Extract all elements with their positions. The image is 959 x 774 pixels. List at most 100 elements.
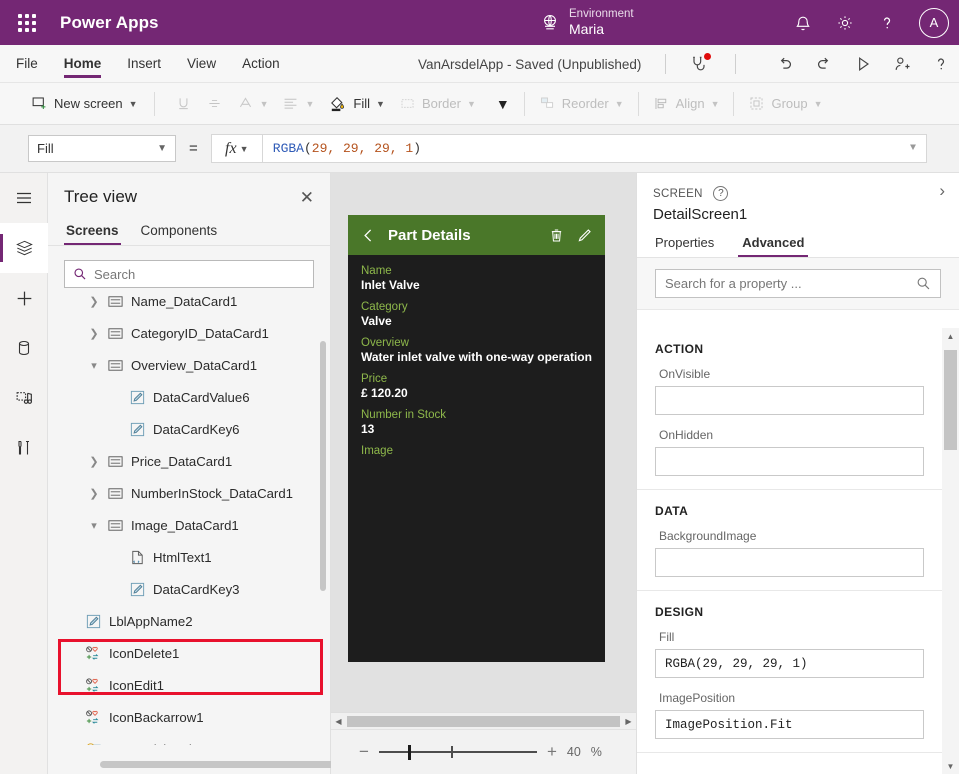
tree-node-datacardvalue6[interactable]: DataCardValue6 [48,381,331,413]
property-section-action: ACTIONOnVisibleOnHidden [637,328,942,490]
gear-icon[interactable] [835,13,855,33]
close-icon[interactable]: ✕ [300,189,314,206]
top-bar-actions: A [793,0,949,45]
scroll-up-icon[interactable]: ▲ [942,328,959,344]
scroll-left-icon[interactable]: ◀ [331,717,346,726]
tree-node-rectquickactionbar2[interactable]: RectQuickActionBar2 [48,733,331,745]
formula-bar: Fill ▼ = fx ▼ RGBA(29, 29, 29, 1) ▼ [0,125,959,173]
label-icon [129,389,146,406]
formula-input[interactable]: RGBA(29, 29, 29, 1) ▼ [263,134,927,163]
tree-node-label: RectQuickActionBar2 [109,742,234,746]
canvas-scroll-thumb[interactable] [347,716,620,727]
strikethrough-button [199,89,230,119]
zoom-in-button[interactable]: + [547,742,557,762]
zoom-slider-thumb[interactable] [408,745,411,760]
tab-advanced[interactable]: Advanced [740,232,806,257]
tree-view-title: Tree view [64,187,137,207]
help-icon[interactable] [931,54,951,74]
scroll-down-icon[interactable]: ▼ [942,758,959,774]
formula-function-name: RGBA [273,141,304,156]
zoom-slider-track [379,751,537,753]
chevron-right-icon[interactable]: ❯ [88,455,100,468]
property-input-imageposition[interactable]: ImagePosition.Fit [655,710,924,739]
scroll-right-icon[interactable]: ▶ [621,717,636,726]
play-preview-icon[interactable] [853,54,873,74]
tree-vertical-scrollbar[interactable] [320,341,326,591]
chevron-right-icon[interactable]: ❯ [88,327,100,340]
tree-node-overview_datacard1[interactable]: ▾ Overview_DataCard1 [48,349,331,381]
tree-node-lblappname2[interactable]: LblAppName2 [48,605,331,637]
tree-node-htmltext1[interactable]: HtmlText1 [48,541,331,573]
tree-node-price_datacard1[interactable]: ❯ Price_DataCard1 [48,445,331,477]
chevron-down-icon[interactable]: ▾ [88,519,100,532]
sidebar-item-data[interactable] [0,323,48,373]
bell-icon[interactable] [793,13,813,33]
zoom-slider[interactable] [379,744,537,760]
property-search-input[interactable]: Search for a property ... [655,269,941,298]
trash-icon[interactable] [548,227,565,244]
sidebar-item-insert[interactable] [0,273,48,323]
search-icon [916,276,931,291]
menu-item-view[interactable]: View [177,45,226,83]
properties-scroll-thumb[interactable] [944,350,957,450]
fx-button[interactable]: fx ▼ [211,134,263,163]
tree-horizontal-scrollbar[interactable] [100,761,368,768]
app-screen-preview[interactable]: Part Details NameInlet ValveCategoryValv… [348,215,605,662]
help-icon[interactable]: ? [713,186,728,201]
property-selector-value: Fill [37,141,54,156]
tab-components[interactable]: Components [139,219,220,245]
strikethrough-icon [206,95,223,112]
tree-node-image_datacard1[interactable]: ▾ Image_DataCard1 [48,509,331,541]
tree-node-name_datacard1[interactable]: ❯ Name_DataCard1 [48,285,331,317]
sidebar-item-tree-view[interactable] [0,223,48,273]
property-input-fill[interactable]: RGBA(29, 29, 29, 1) [655,649,924,678]
label-icon [85,613,102,630]
property-input-onhidden[interactable] [655,447,924,476]
chevron-down-icon[interactable]: ▼ [910,143,916,154]
chevron-right-icon[interactable]: ❯ [88,295,100,308]
tree-node-numberinstock_datacard1[interactable]: ❯ NumberInStock_DataCard1 [48,477,331,509]
tree-node-datacardkey6[interactable]: DataCardKey6 [48,413,331,445]
menu-item-insert[interactable]: Insert [117,45,171,83]
menu-divider-1 [665,54,666,74]
tree-search-input[interactable]: Search [64,260,314,288]
menu-item-action[interactable]: Action [232,45,290,83]
property-input-onvisible[interactable] [655,386,924,415]
zoom-out-button[interactable]: − [359,742,369,762]
zoom-value: 40 [567,745,581,759]
help-icon[interactable] [877,13,897,33]
menu-icon-button[interactable] [0,173,48,223]
share-user-icon[interactable] [892,54,912,74]
tab-properties[interactable]: Properties [653,232,716,257]
chevron-down-icon[interactable]: ▾ [88,359,100,372]
tree-node-datacardkey3[interactable]: DataCardKey3 [48,573,331,605]
sidebar-item-media[interactable] [0,373,48,423]
tree-node-icondelete1[interactable]: IconDelete1 [48,637,331,669]
chevron-right-icon[interactable]: ❯ [88,487,100,500]
redo-icon[interactable] [814,54,834,74]
tree-node-iconedit1[interactable]: IconEdit1 [48,669,331,701]
sidebar-item-advanced-tools[interactable] [0,423,48,473]
tree-node-iconbackarrow1[interactable]: IconBackarrow1 [48,701,331,733]
waffle-icon[interactable] [12,13,42,33]
globe-icon [540,13,560,33]
app-checker-icon[interactable] [688,54,710,74]
canvas-horizontal-scrollbar[interactable]: ◀ ▶ [331,712,636,729]
property-selector[interactable]: Fill ▼ [28,135,176,162]
environment-selector[interactable]: Environment Maria [540,0,634,45]
menu-item-home[interactable]: Home [54,45,112,83]
tree-node-categoryid_datacard1[interactable]: ❯ CategoryID_DataCard1 [48,317,331,349]
avatar[interactable]: A [919,8,949,38]
new-screen-button[interactable]: New screen ▼ [24,89,145,119]
collapse-panel-icon[interactable]: › [939,181,945,201]
tab-screens[interactable]: Screens [64,219,121,245]
pencil-icon[interactable] [576,227,593,244]
menu-item-file[interactable]: File [6,45,48,83]
undo-icon[interactable] [775,54,795,74]
field-label: Price [361,373,592,385]
property-input-backgroundimage[interactable] [655,548,924,577]
back-arrow-icon[interactable] [360,227,377,244]
fill-button[interactable]: Fill ▼ [321,89,392,119]
properties-vertical-scrollbar[interactable]: ▲ ▼ [942,328,959,774]
ribbon-expand-button[interactable]: ▼ [489,89,517,119]
